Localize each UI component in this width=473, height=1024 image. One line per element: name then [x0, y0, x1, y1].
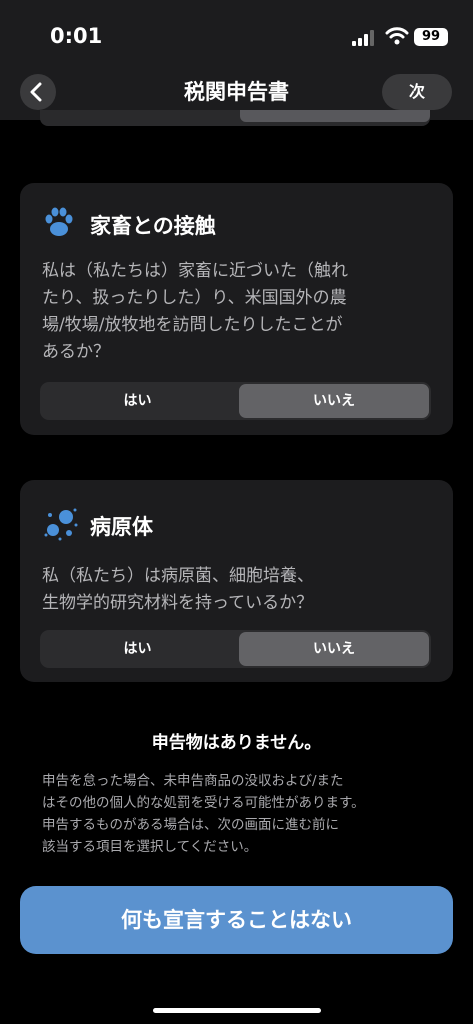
signal-icon — [352, 30, 376, 46]
penalty-warning: 申告を怠った場合、未申告商品の没収および/また はその他の個人的な処罰を受ける可… — [42, 773, 365, 855]
pathogen-segmented-control: はい いいえ — [40, 630, 431, 668]
pathogen-yes-option[interactable]: はい — [40, 630, 235, 668]
livestock-title: 家畜との接触 — [90, 214, 216, 238]
livestock-segmented-control: はい いいえ — [40, 382, 431, 420]
status-bar: 0:01 99 — [0, 0, 473, 72]
paw-icon — [45, 207, 73, 236]
wifi-icon — [385, 27, 409, 45]
livestock-question: 私は（私たちは）家畜に近づいた（触れ たり、扱ったりした）り、米国国外の農 場/… — [42, 261, 348, 362]
next-button[interactable]: 次 — [382, 74, 452, 110]
nothing-to-declare-button[interactable]: 何も宣言することはない — [20, 886, 453, 954]
pathogen-title: 病原体 — [90, 515, 153, 539]
status-time: 0:01 — [50, 24, 103, 48]
previous-card-segment — [40, 110, 430, 126]
home-indicator[interactable] — [153, 1008, 321, 1013]
no-declaration-heading: 申告物はありません。 — [151, 733, 322, 753]
livestock-no-option[interactable]: いいえ — [239, 384, 429, 418]
pathogen-question: 私（私たち）は病原菌、細胞培養、 生物学的研究材料を持っているか？ — [42, 566, 314, 613]
pathogen-icon — [44, 508, 78, 541]
livestock-yes-option[interactable]: はい — [40, 382, 235, 420]
pathogen-no-option[interactable]: いいえ — [239, 632, 429, 666]
battery-indicator: 99 — [414, 28, 448, 46]
